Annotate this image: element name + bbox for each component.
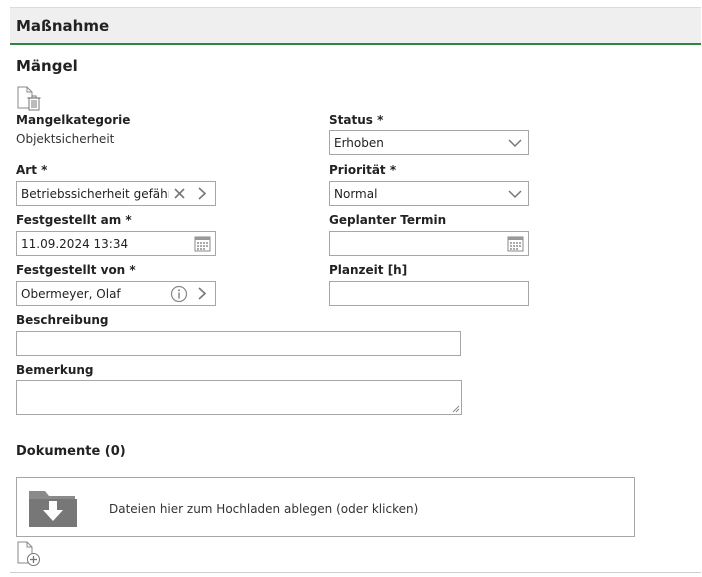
add-document-icon[interactable] (16, 541, 42, 567)
folder-download-icon (29, 491, 77, 527)
documents-title: Dokumente (0) (16, 444, 126, 459)
status-select[interactable]: Erhoben (329, 130, 529, 155)
bemerkung-label: Bemerkung (16, 363, 94, 377)
chevron-right-icon[interactable] (197, 287, 207, 300)
geplanter-termin-label: Geplanter Termin (329, 213, 447, 227)
footer-divider (10, 572, 701, 573)
art-label: Art * (16, 163, 48, 177)
art-value: Betriebssicherheit gefährde (21, 187, 169, 201)
delete-document-icon[interactable] (16, 86, 42, 112)
mangelkategorie-value: Objektsicherheit (16, 132, 115, 146)
beschreibung-label: Beschreibung (16, 313, 109, 327)
prioritaet-value: Normal (334, 187, 378, 201)
chevron-down-icon[interactable] (508, 137, 522, 149)
status-value: Erhoben (334, 136, 384, 150)
chevron-right-icon[interactable] (197, 187, 207, 200)
calendar-icon[interactable] (507, 235, 524, 252)
festgestellt-am-input[interactable]: 11.09.2024 13:34 (16, 231, 216, 256)
planzeit-input[interactable] (329, 281, 529, 306)
clear-icon[interactable] (173, 187, 186, 200)
prioritaet-label: Priorität * (329, 163, 397, 177)
art-field[interactable]: Betriebssicherheit gefährde (16, 181, 216, 206)
prioritaet-select[interactable]: Normal (329, 181, 529, 206)
bemerkung-textarea[interactable] (16, 380, 462, 415)
info-icon[interactable] (170, 285, 188, 303)
festgestellt-am-label: Festgestellt am * (16, 213, 132, 227)
file-dropzone[interactable]: Dateien hier zum Hochladen ablegen (oder… (16, 477, 635, 537)
festgestellt-von-value: Obermeyer, Olaf (21, 287, 121, 301)
festgestellt-von-label: Festgestellt von * (16, 263, 136, 277)
resize-grip-icon[interactable] (451, 404, 460, 413)
chevron-down-icon[interactable] (508, 188, 522, 200)
mangelkategorie-label: Mangelkategorie (16, 113, 131, 127)
planzeit-label: Planzeit [h] (329, 263, 408, 277)
page-title: Maßnahme (16, 17, 110, 35)
status-label: Status * (329, 113, 384, 127)
form-header: Maßnahme (10, 7, 701, 45)
dropzone-text: Dateien hier zum Hochladen ablegen (oder… (109, 502, 419, 516)
geplanter-termin-input[interactable] (329, 231, 529, 256)
beschreibung-input[interactable] (16, 331, 461, 356)
calendar-icon[interactable] (194, 235, 211, 252)
section-title: Mängel (16, 57, 78, 75)
festgestellt-am-value: 11.09.2024 13:34 (21, 237, 129, 251)
festgestellt-von-field[interactable]: Obermeyer, Olaf (16, 281, 216, 306)
